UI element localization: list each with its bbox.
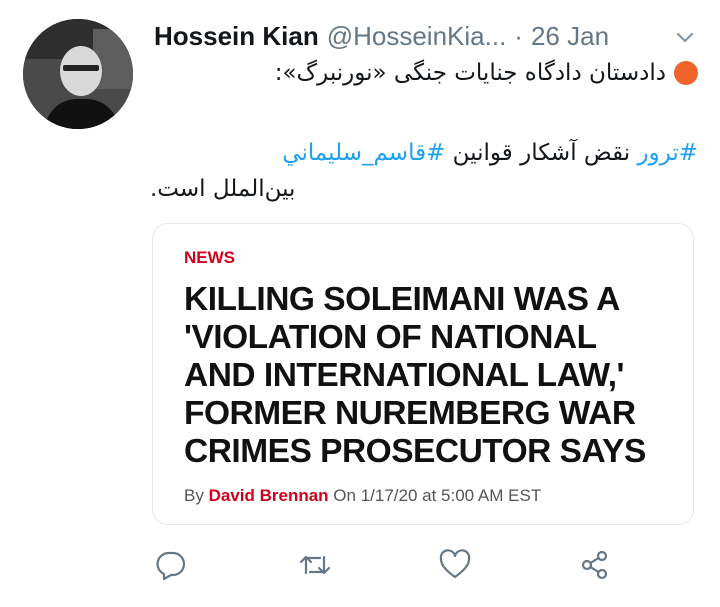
display-name[interactable]: Hossein Kian [154, 21, 319, 52]
orange-circle-emoji [674, 61, 698, 85]
hashtag-link[interactable]: #قاسم_سليماني [282, 140, 445, 166]
byline: By David Brennan On 1/17/20 at 5:00 AM E… [184, 486, 541, 506]
hashtag-link[interactable]: #ترور [637, 140, 698, 166]
byline-by: By [184, 486, 204, 505]
headline-line: FORMER NUREMBERG WAR [184, 395, 636, 432]
tweet-date[interactable]: 26 Jan [531, 21, 609, 52]
headline-line: CRIMES PROSECUTOR SAYS [184, 433, 646, 470]
byline-date: On 1/17/20 at 5:00 AM EST [333, 486, 542, 505]
link-card[interactable]: NEWS KILLING SOLEIMANI WAS A 'VIOLATION … [152, 223, 694, 525]
retweet-icon[interactable] [298, 548, 332, 582]
tweet-text-2: نقض آشکار قوانین [452, 140, 638, 166]
like-icon[interactable] [438, 548, 472, 582]
action-bar [0, 548, 720, 588]
tweet-text-3: بین‌الملل است. [150, 176, 296, 202]
tweet-text-1: دادستان دادگاه جنایات جنگی «نورنبرگ»: [274, 60, 666, 86]
chevron-down-icon[interactable] [674, 26, 696, 48]
reply-icon[interactable] [154, 548, 188, 582]
avatar[interactable] [23, 19, 133, 129]
user-handle[interactable]: @HosseinKia... [327, 21, 507, 52]
headline-line: 'VIOLATION OF NATIONAL [184, 319, 597, 356]
headline-line: AND INTERNATIONAL LAW,' [184, 357, 625, 394]
separator: · [514, 20, 523, 51]
tweet-text-line-2: #ترور نقض آشکار قوانین #قاسم_سليماني [150, 140, 698, 166]
news-label: NEWS [184, 248, 235, 267]
tweet-header: Hossein Kian @HosseinKia... · 26 Jan [154, 18, 700, 54]
headline-line: KILLING SOLEIMANI WAS A [184, 281, 620, 318]
author-link[interactable]: David Brennan [209, 486, 329, 505]
tweet-text-line-3: بین‌الملل است. [150, 176, 698, 202]
tweet-text-line-1: دادستان دادگاه جنایات جنگی «نورنبرگ»: [150, 60, 698, 86]
card-headline: KILLING SOLEIMANI WAS A 'VIOLATION OF NA… [184, 281, 674, 471]
share-icon[interactable] [578, 548, 612, 582]
